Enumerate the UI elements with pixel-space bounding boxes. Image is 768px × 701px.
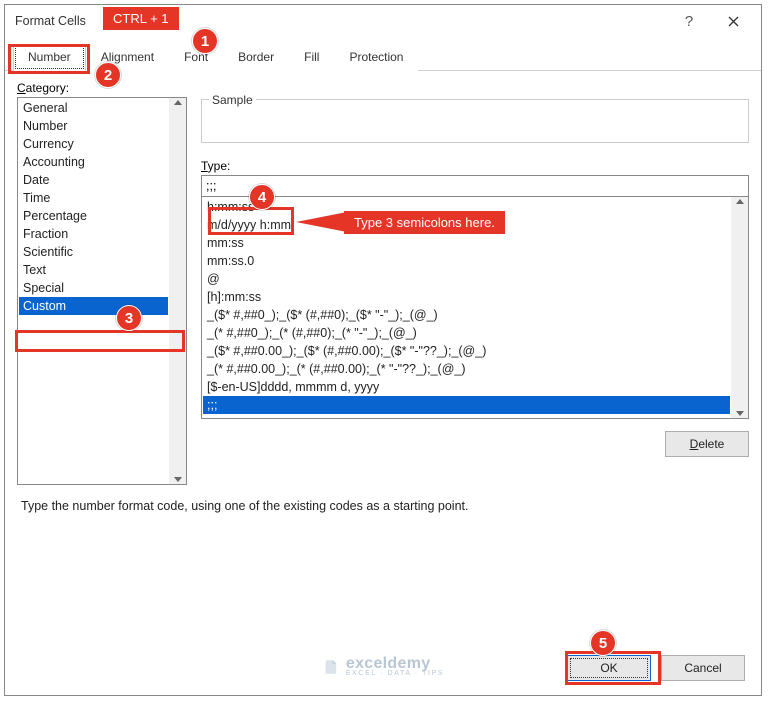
scroll-down-icon (736, 411, 744, 416)
titlebar: Format Cells ? (5, 5, 761, 37)
category-item[interactable]: Time (19, 189, 168, 207)
tab-fill[interactable]: Fill (289, 44, 334, 71)
category-item[interactable]: Fraction (19, 225, 168, 243)
watermark: exceldemy EXCEL · DATA · TIPS (322, 656, 444, 677)
category-scrollbar[interactable] (169, 98, 186, 484)
category-item[interactable]: Number (19, 117, 168, 135)
type-label: Type: (201, 159, 749, 173)
type-item[interactable]: h:mm:ss (203, 198, 730, 216)
category-item[interactable]: Text (19, 261, 168, 279)
type-item[interactable]: _($* #,##0.00_);_($* (#,##0.00);_($* "-"… (203, 342, 730, 360)
category-item[interactable]: Special (19, 279, 168, 297)
category-item[interactable]: General (19, 99, 168, 117)
close-icon (728, 16, 739, 27)
type-item[interactable]: [h]:mm:ss (203, 288, 730, 306)
dialog-title: Format Cells (15, 14, 86, 28)
type-scrollbar[interactable] (731, 197, 748, 418)
sample-preview (201, 99, 749, 143)
tab-alignment[interactable]: Alignment (86, 44, 169, 71)
type-item[interactable]: _(* #,##0_);_(* (#,##0);_(* "-"_);_(@_) (203, 324, 730, 342)
tab-number[interactable]: Number (13, 44, 86, 71)
category-item[interactable]: Date (19, 171, 168, 189)
type-item-selected[interactable]: ;;; (203, 396, 730, 414)
type-item[interactable]: _($* #,##0_);_($* (#,##0);_($* "-"_);_(@… (203, 306, 730, 324)
category-item[interactable]: Accounting (19, 153, 168, 171)
type-item[interactable]: m/d/yyyy h:mm (203, 216, 730, 234)
ok-button[interactable]: OK (567, 655, 651, 681)
sample-label: Sample (209, 93, 256, 107)
type-listbox[interactable]: h:mm:ss m/d/yyyy h:mm mm:ss mm:ss.0 @ [h… (201, 197, 749, 419)
category-item[interactable]: Currency (19, 135, 168, 153)
type-item[interactable]: _(* #,##0.00_);_(* (#,##0.00);_(* "-"??_… (203, 360, 730, 378)
category-item-custom[interactable]: Custom (19, 297, 168, 315)
tab-strip: Number Alignment Font Border Fill Protec… (5, 43, 761, 71)
watermark-tag: EXCEL · DATA · TIPS (346, 670, 444, 677)
type-item[interactable]: mm:ss (203, 234, 730, 252)
category-label: Category: (17, 81, 187, 95)
cancel-button[interactable]: Cancel (661, 655, 745, 681)
category-listbox[interactable]: General Number Currency Accounting Date … (17, 97, 187, 485)
delete-button[interactable]: Delete (665, 431, 749, 457)
category-item[interactable]: Scientific (19, 243, 168, 261)
instruction-text: Type the number format code, using one o… (5, 485, 761, 513)
watermark-icon (322, 658, 340, 676)
scroll-up-icon (736, 199, 744, 204)
scroll-up-icon (174, 100, 182, 105)
type-item[interactable]: mm:ss.0 (203, 252, 730, 270)
tab-protection[interactable]: Protection (334, 44, 418, 71)
category-item[interactable]: Percentage (19, 207, 168, 225)
help-button[interactable]: ? (667, 7, 711, 35)
format-cells-dialog: Format Cells ? Number Alignment Font Bor… (4, 4, 762, 696)
type-input[interactable] (201, 175, 749, 197)
close-button[interactable] (711, 7, 755, 35)
scroll-down-icon (174, 477, 182, 482)
type-item[interactable]: @ (203, 270, 730, 288)
type-item[interactable]: [$-en-US]dddd, mmmm d, yyyy (203, 378, 730, 396)
tab-border[interactable]: Border (223, 44, 289, 71)
tab-font[interactable]: Font (169, 44, 223, 71)
